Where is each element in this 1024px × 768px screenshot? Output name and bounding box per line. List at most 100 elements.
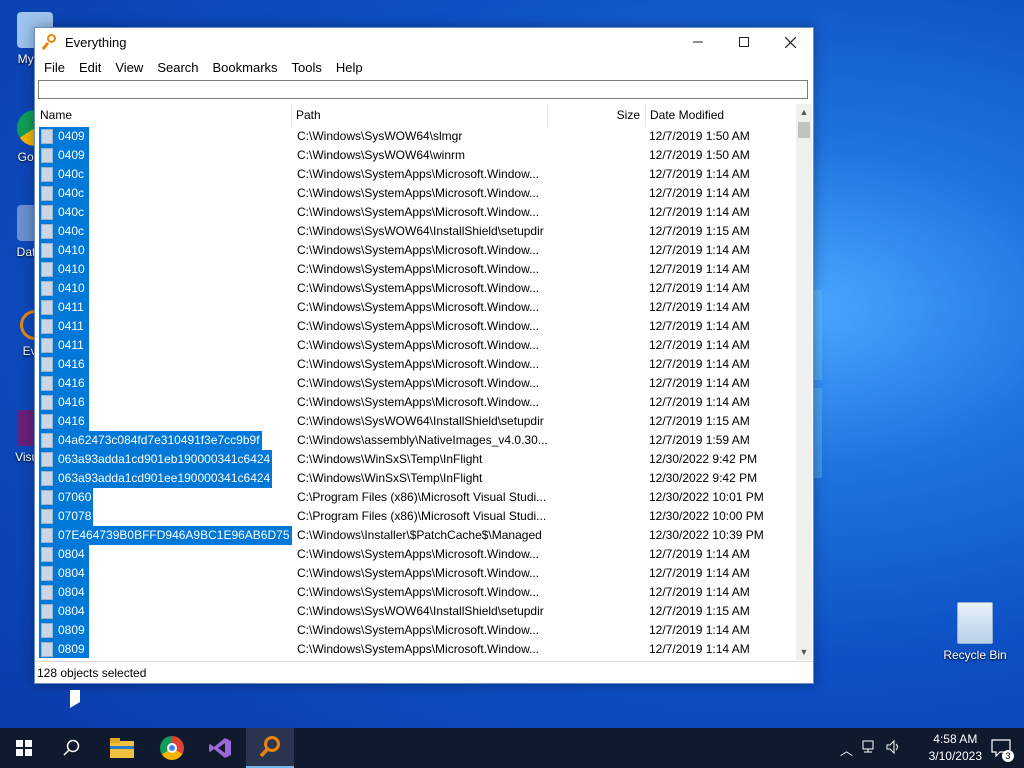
table-row[interactable]: 063a93adda1cd901ee190000341c6424 C:\Windo… bbox=[36, 469, 796, 488]
row-date-modified: 12/7/2019 1:14 AM bbox=[649, 585, 750, 599]
table-row[interactable]: 0804 C:\Windows\SystemApps\Microsoft.Wind… bbox=[36, 583, 796, 602]
file-icon bbox=[41, 566, 53, 581]
table-row[interactable]: 0416 C:\Windows\SystemApps\Microsoft.Wind… bbox=[36, 374, 796, 393]
action-center-button[interactable]: 3 bbox=[984, 728, 1018, 768]
table-row[interactable]: 040c C:\Windows\SystemApps\Microsoft.Wind… bbox=[36, 203, 796, 222]
file-icon bbox=[41, 224, 53, 239]
menu-bookmarks[interactable]: Bookmarks bbox=[206, 60, 285, 75]
table-row[interactable]: 063a93adda1cd901eb190000341c6424 C:\Windo… bbox=[36, 450, 796, 469]
file-icon bbox=[41, 585, 53, 600]
table-row[interactable]: 0411 C:\Windows\SystemApps\Microsoft.Wind… bbox=[36, 317, 796, 336]
table-row[interactable]: 0416 C:\Windows\SystemApps\Microsoft.Wind… bbox=[36, 355, 796, 374]
row-date-modified: 12/7/2019 1:14 AM bbox=[649, 338, 750, 352]
row-path: C:\Windows\WinSxS\Temp\InFlight bbox=[297, 471, 483, 485]
table-row[interactable]: 07060 C:\Program Files (x86)\Microsoft Vi… bbox=[36, 488, 796, 507]
status-bar: 128 objects selected bbox=[35, 661, 813, 683]
scrollbar-thumb[interactable] bbox=[798, 122, 810, 138]
row-date-modified: 12/7/2019 1:50 AM bbox=[649, 148, 750, 162]
search-button[interactable] bbox=[48, 728, 96, 768]
table-row[interactable]: 0410 C:\Windows\SystemApps\Microsoft.Wind… bbox=[36, 241, 796, 260]
row-date-modified: 12/30/2022 9:42 PM bbox=[649, 471, 758, 485]
table-row[interactable]: 0411 C:\Windows\SystemApps\Microsoft.Wind… bbox=[36, 336, 796, 355]
column-header-name[interactable]: Name bbox=[36, 104, 292, 126]
table-row[interactable]: 0804 C:\Windows\SystemApps\Microsoft.Wind… bbox=[36, 545, 796, 564]
row-date-modified: 12/7/2019 1:14 AM bbox=[649, 357, 750, 371]
row-date-modified: 12/7/2019 1:15 AM bbox=[649, 224, 750, 238]
menu-help[interactable]: Help bbox=[329, 60, 370, 75]
table-row[interactable]: 04a62473c084fd7e310491f3e7cc9b9f C:\Windo… bbox=[36, 431, 796, 450]
magnifier-icon bbox=[259, 736, 280, 758]
table-row[interactable]: 0411 C:\Windows\SystemApps\Microsoft.Wind… bbox=[36, 298, 796, 317]
row-name: 040c bbox=[56, 222, 87, 241]
results-list[interactable]: 0409 C:\Windows\SysWOW64\slmgr 12/7/2019 1… bbox=[36, 127, 796, 658]
row-name: 0416 bbox=[56, 412, 87, 431]
notification-count-badge: 3 bbox=[1002, 750, 1014, 762]
table-row[interactable]: 0416 C:\Windows\SysWOW64\InstallShield\se… bbox=[36, 412, 796, 431]
row-path: C:\Windows\SystemApps\Microsoft.Window..… bbox=[297, 395, 540, 409]
menu-bar: File Edit View Search Bookmarks Tools He… bbox=[35, 56, 813, 78]
table-row[interactable]: 0410 C:\Windows\SystemApps\Microsoft.Wind… bbox=[36, 260, 796, 279]
file-icon bbox=[41, 243, 53, 258]
row-path: C:\Windows\SystemApps\Microsoft.Window..… bbox=[297, 319, 540, 333]
row-date-modified: 12/7/2019 1:14 AM bbox=[649, 547, 750, 561]
folder-icon bbox=[110, 738, 134, 758]
table-row[interactable]: 0409 C:\Windows\SysWOW64\winrm 12/7/2019 1… bbox=[36, 146, 796, 165]
row-date-modified: 12/7/2019 1:14 AM bbox=[649, 205, 750, 219]
search-input[interactable] bbox=[38, 80, 808, 99]
row-path: C:\Windows\assembly\NativeImages_v4.0.30… bbox=[297, 433, 547, 447]
row-date-modified: 12/7/2019 1:14 AM bbox=[649, 186, 750, 200]
column-header-path[interactable]: Path bbox=[292, 104, 548, 126]
menu-tools[interactable]: Tools bbox=[285, 60, 329, 75]
table-row[interactable]: 0809 C:\Windows\SystemApps\Microsoft.Wind… bbox=[36, 621, 796, 640]
minimize-button[interactable] bbox=[675, 28, 721, 56]
file-icon bbox=[41, 129, 53, 144]
menu-view[interactable]: View bbox=[108, 60, 150, 75]
windows-logo-icon bbox=[16, 740, 32, 756]
file-icon bbox=[41, 167, 53, 182]
volume-icon[interactable] bbox=[886, 739, 902, 757]
row-name: 0416 bbox=[56, 393, 87, 412]
row-path: C:\Windows\SystemApps\Microsoft.Window..… bbox=[297, 243, 540, 257]
close-button[interactable] bbox=[767, 28, 813, 56]
column-header-date-modified[interactable]: Date Modified bbox=[646, 104, 796, 126]
start-button[interactable] bbox=[0, 728, 48, 768]
file-icon bbox=[41, 186, 53, 201]
table-row[interactable]: 0804 C:\Windows\SysWOW64\InstallShield\se… bbox=[36, 602, 796, 621]
taskbar-chrome[interactable] bbox=[148, 728, 196, 768]
taskbar-visual-studio[interactable] bbox=[196, 728, 244, 768]
table-row[interactable]: 07078 C:\Program Files (x86)\Microsoft Vi… bbox=[36, 507, 796, 526]
table-row[interactable]: 040c C:\Windows\SystemApps\Microsoft.Wind… bbox=[36, 184, 796, 203]
menu-search[interactable]: Search bbox=[150, 60, 205, 75]
table-row[interactable]: 07E464739B0BFFD946A9BC1E96AB6D75 C:\Windo… bbox=[36, 526, 796, 545]
taskbar-file-explorer[interactable] bbox=[98, 728, 146, 768]
table-row[interactable]: 0804 C:\Windows\SystemApps\Microsoft.Wind… bbox=[36, 564, 796, 583]
row-date-modified: 12/7/2019 1:14 AM bbox=[649, 376, 750, 390]
table-row[interactable]: 040c C:\Windows\SysWOW64\InstallShield\se… bbox=[36, 222, 796, 241]
table-row[interactable]: 040c C:\Windows\SystemApps\Microsoft.Wind… bbox=[36, 165, 796, 184]
scroll-up-arrow-icon[interactable]: ▲ bbox=[796, 104, 812, 120]
title-bar[interactable]: Everything bbox=[35, 28, 813, 56]
table-row[interactable]: 0410 C:\Windows\SystemApps\Microsoft.Wind… bbox=[36, 279, 796, 298]
taskbar: ︿ 4:58 AM 3/10/2023 3 bbox=[0, 728, 1024, 768]
scroll-down-arrow-icon[interactable]: ▼ bbox=[796, 644, 812, 660]
desktop-icon-recycle-bin[interactable]: Recycle Bin bbox=[940, 602, 1010, 662]
file-icon bbox=[41, 319, 53, 334]
menu-file[interactable]: File bbox=[37, 60, 72, 75]
row-path: C:\Windows\SysWOW64\InstallShield\setupd… bbox=[297, 414, 544, 428]
table-row[interactable]: 0416 C:\Windows\SystemApps\Microsoft.Wind… bbox=[36, 393, 796, 412]
row-name: 040c bbox=[56, 165, 87, 184]
table-row[interactable]: 0809 C:\Windows\SystemApps\Microsoft.Wind… bbox=[36, 640, 796, 658]
table-row[interactable]: 0409 C:\Windows\SysWOW64\slmgr 12/7/2019 1… bbox=[36, 127, 796, 146]
system-clock[interactable]: 4:58 AM 3/10/2023 bbox=[929, 731, 982, 765]
row-name: 0416 bbox=[56, 355, 87, 374]
vertical-scrollbar[interactable]: ▲ ▼ bbox=[796, 104, 812, 660]
row-date-modified: 12/7/2019 1:14 AM bbox=[649, 642, 750, 656]
row-name: 063a93adda1cd901ee190000341c6424 bbox=[56, 469, 273, 488]
row-date-modified: 12/7/2019 1:14 AM bbox=[649, 167, 750, 181]
taskbar-everything[interactable] bbox=[246, 728, 294, 768]
column-header-size[interactable]: Size bbox=[548, 104, 646, 126]
maximize-button[interactable] bbox=[721, 28, 767, 56]
network-icon[interactable] bbox=[862, 740, 878, 757]
show-hidden-icons-chevron-icon[interactable]: ︿ bbox=[840, 740, 853, 759]
menu-edit[interactable]: Edit bbox=[72, 60, 108, 75]
